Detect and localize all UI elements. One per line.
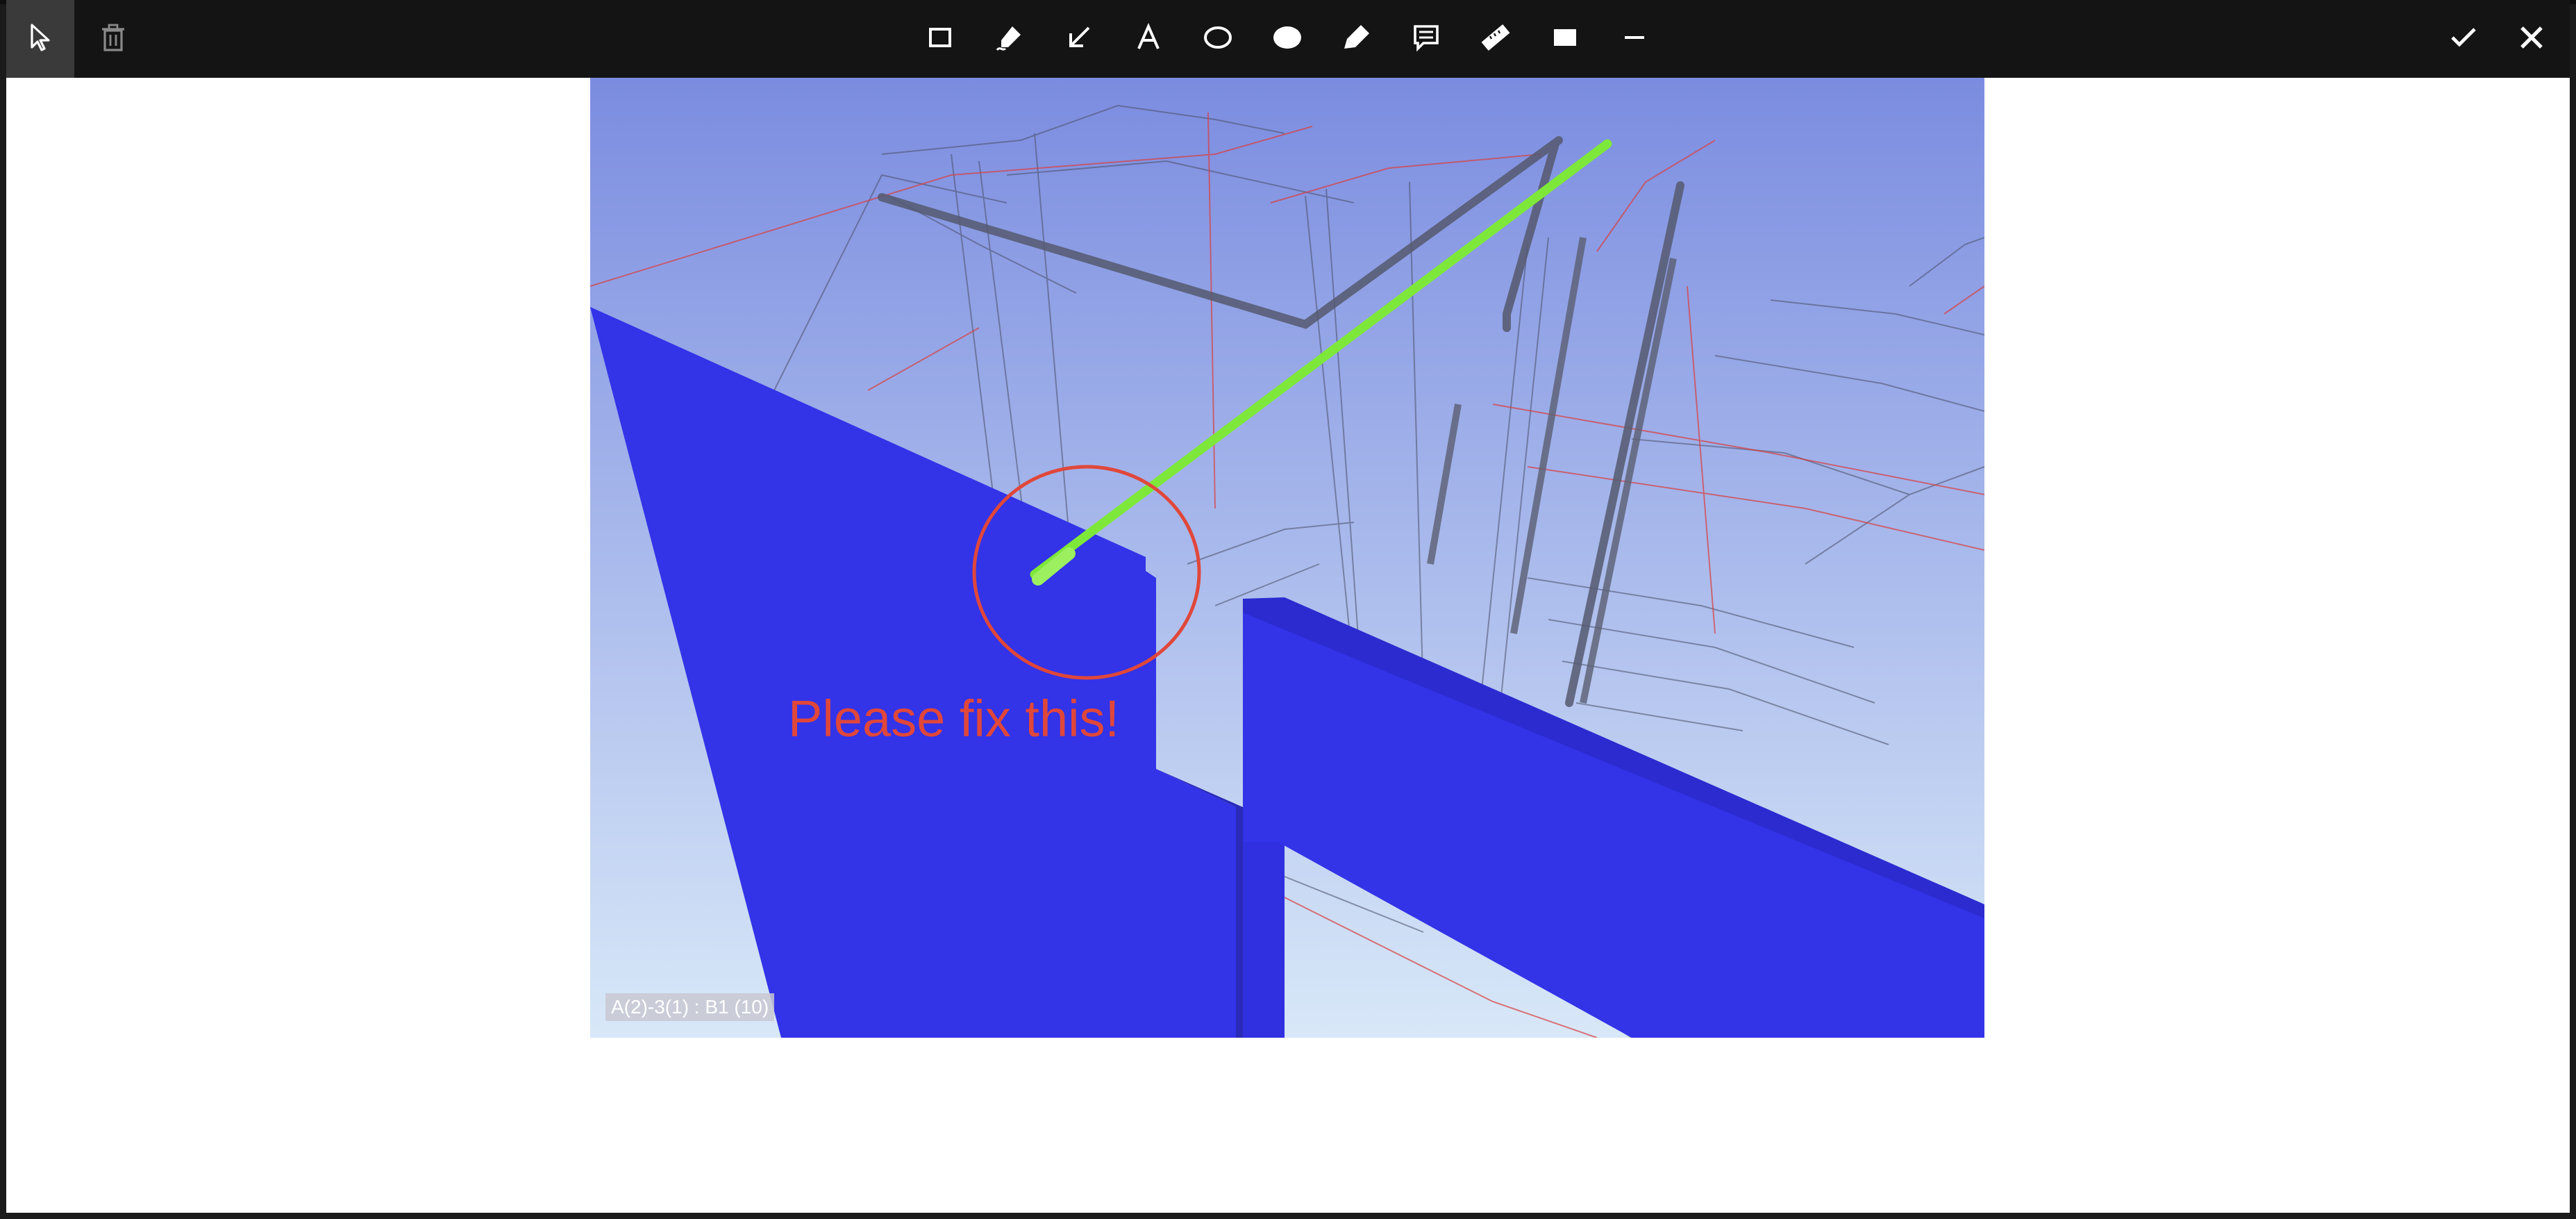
confirm-button[interactable]: [2439, 14, 2489, 64]
line-tool[interactable]: [1609, 14, 1659, 64]
annotation-comment-text[interactable]: Please fix this!: [788, 689, 1119, 748]
level-label: A(2)-3(1) : B1 (10): [605, 993, 775, 1021]
trash-icon: [97, 21, 130, 58]
rectangle-filled-icon: [1548, 21, 1582, 58]
ellipse-outline-icon: [1201, 21, 1235, 58]
measure-tool[interactable]: [1471, 14, 1521, 64]
filled-ellipse-tool[interactable]: [1262, 14, 1312, 64]
model-snapshot-view[interactable]: Please fix this! A(2)-3(1) : B1 (10): [590, 78, 1984, 1038]
pen-stroke-icon: [993, 21, 1026, 58]
close-button[interactable]: [2507, 14, 2557, 64]
text-tool[interactable]: [1123, 14, 1173, 64]
rectangle-tool[interactable]: [915, 14, 965, 64]
ellipse-filled-icon: [1271, 21, 1304, 58]
rectangle-outline-icon: [923, 21, 957, 58]
markup-toolbar: [6, 0, 2570, 78]
cursor-arrow-icon: [24, 21, 57, 58]
line-icon: [1618, 21, 1651, 58]
highlighter-icon: [1340, 21, 1373, 58]
comment-tool[interactable]: [1401, 14, 1451, 64]
select-tool[interactable]: [6, 0, 74, 78]
ruler-icon: [1479, 21, 1512, 58]
arrow-tool[interactable]: [1054, 14, 1104, 64]
delete-tool[interactable]: [88, 14, 138, 64]
ellipse-tool[interactable]: [1193, 14, 1243, 64]
freehand-tool[interactable]: [985, 14, 1035, 64]
check-icon: [2447, 21, 2480, 58]
filled-rectangle-tool[interactable]: [1540, 14, 1590, 64]
arrow-down-left-icon: [1062, 21, 1096, 58]
text-a-icon: [1132, 21, 1165, 58]
comment-bubble-icon: [1410, 21, 1443, 58]
highlighter-tool[interactable]: [1332, 14, 1382, 64]
3d-model-render: [590, 78, 1984, 1038]
close-icon: [2515, 21, 2548, 58]
